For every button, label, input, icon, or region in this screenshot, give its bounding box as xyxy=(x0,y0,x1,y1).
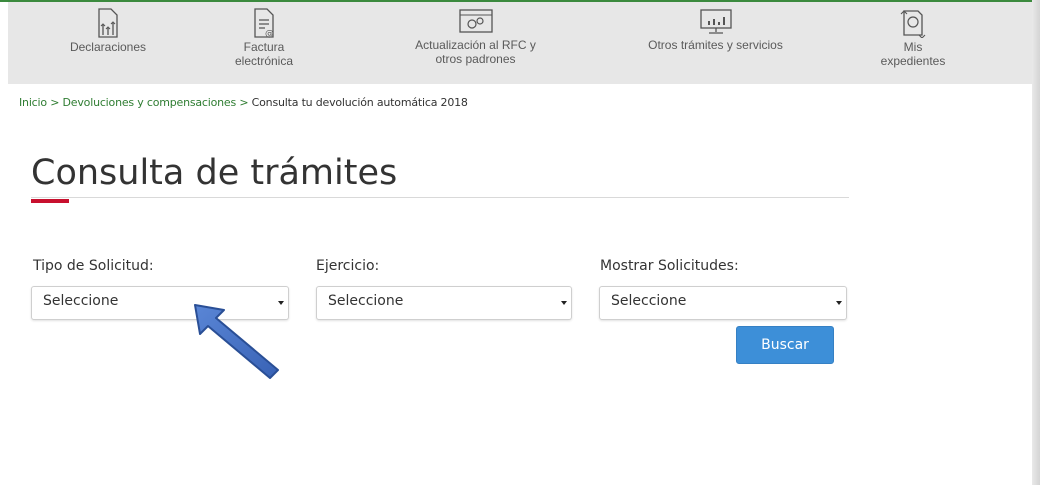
breadcrumb-home[interactable]: Inicio xyxy=(19,96,47,109)
breadcrumb-separator: > xyxy=(50,96,60,109)
window-edge xyxy=(1032,0,1040,485)
declarations-icon xyxy=(98,8,118,38)
mostrar-solicitudes-label: Mostrar Solicitudes: xyxy=(600,258,739,274)
select-value: Seleccione xyxy=(328,293,404,309)
ejercicio-select[interactable]: Seleccione xyxy=(316,286,572,320)
nav-label: Factura electrónica xyxy=(234,40,294,68)
breadcrumb-current: Consulta tu devolución automática 2018 xyxy=(251,96,468,109)
title-divider xyxy=(31,197,849,198)
breadcrumb: Inicio > Devoluciones y compensaciones >… xyxy=(19,96,468,109)
nav-label: Mis expedientes xyxy=(880,40,946,68)
nav-item-declaraciones[interactable]: Declaraciones xyxy=(48,2,168,84)
breadcrumb-separator: > xyxy=(239,96,249,109)
nav-label: Actualización al RFC y otros padrones xyxy=(415,38,536,66)
settings-window-icon xyxy=(458,9,493,33)
nav-item-expedientes[interactable]: Mis expedientes xyxy=(858,2,968,84)
breadcrumb-section[interactable]: Devoluciones y compensaciones xyxy=(63,96,237,109)
main-nav: Declaraciones @ Factura electrónica Actu… xyxy=(8,2,1032,84)
monitor-chart-icon xyxy=(699,9,732,34)
nav-item-factura[interactable]: @ Factura electrónica xyxy=(214,2,314,84)
title-accent-bar xyxy=(31,199,69,203)
select-value: Seleccione xyxy=(611,293,687,309)
nav-item-otros[interactable]: Otros trámites y servicios xyxy=(628,2,803,84)
page-title: Consulta de trámites xyxy=(31,153,398,193)
buscar-button[interactable]: Buscar xyxy=(736,326,834,364)
nav-label: Declaraciones xyxy=(69,40,147,54)
mostrar-solicitudes-select[interactable]: Seleccione xyxy=(599,286,847,320)
caret-down-icon xyxy=(836,301,842,305)
annotation-arrow-icon xyxy=(194,304,279,379)
svg-text:@: @ xyxy=(265,29,274,38)
select-value: Seleccione xyxy=(43,293,119,309)
nav-item-rfc[interactable]: Actualización al RFC y otros padrones xyxy=(398,2,553,84)
ejercicio-label: Ejercicio: xyxy=(316,258,380,274)
caret-down-icon xyxy=(561,301,567,305)
nav-label: Otros trámites y servicios xyxy=(648,38,783,52)
tipo-solicitud-label: Tipo de Solicitud: xyxy=(33,258,154,274)
file-face-icon xyxy=(900,10,926,38)
invoice-icon: @ xyxy=(254,8,274,38)
